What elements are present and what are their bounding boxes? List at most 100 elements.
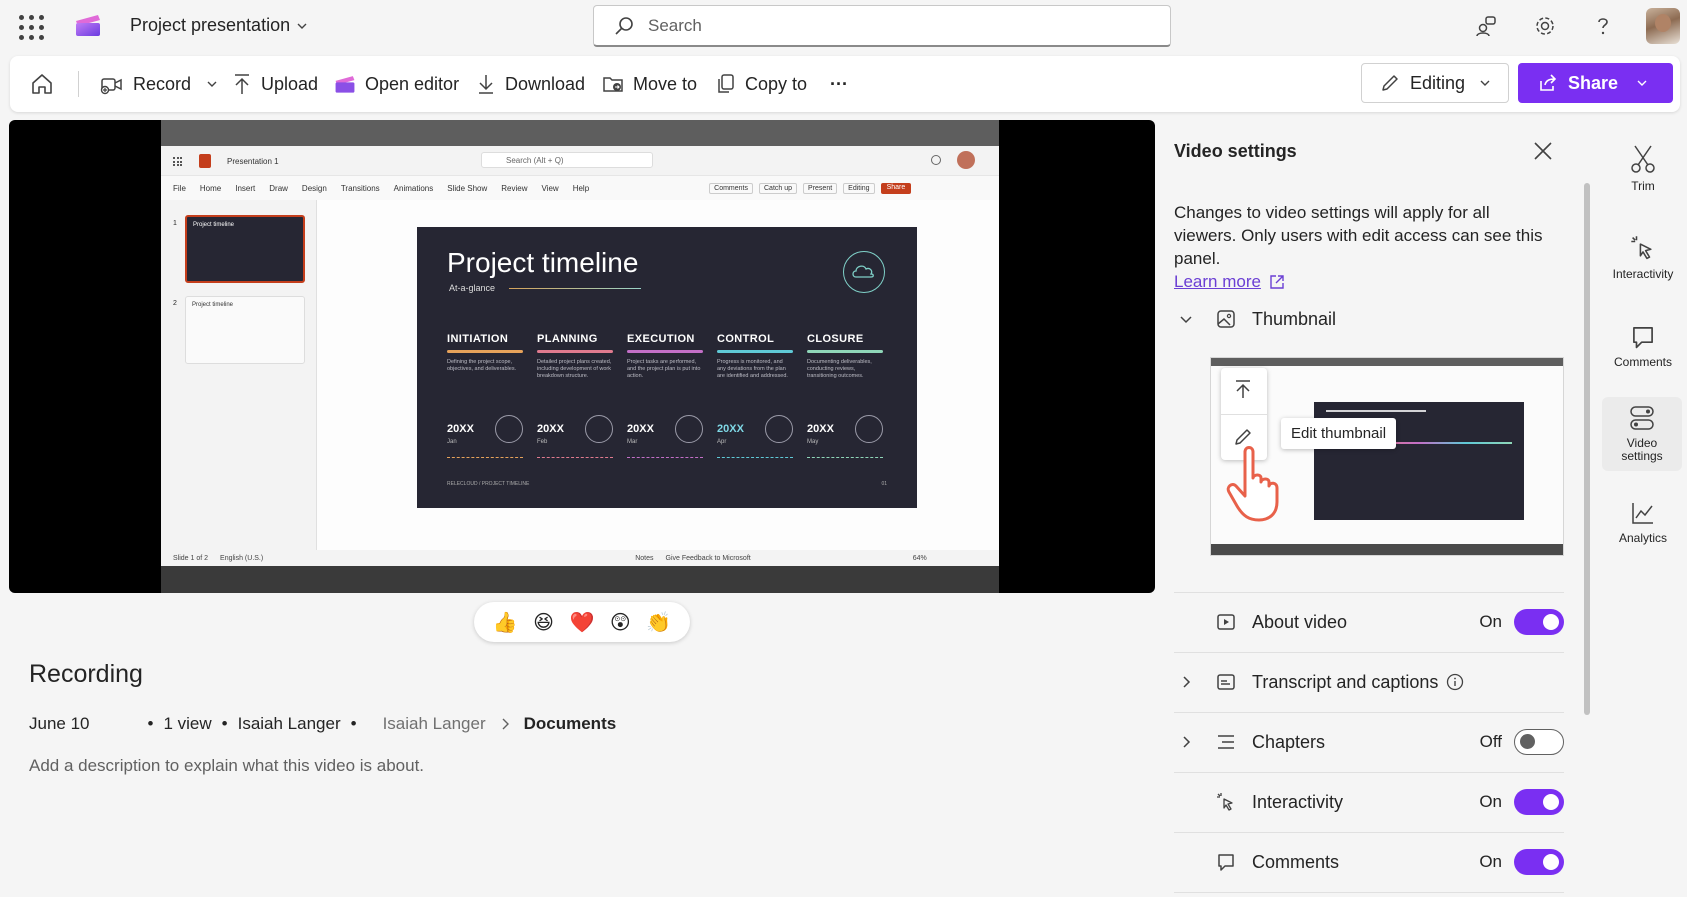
heart-reaction-icon[interactable]: ❤️	[569, 609, 595, 635]
about-video-state: On	[1479, 612, 1502, 631]
rail-interactivity[interactable]: Interactivity	[1604, 234, 1682, 281]
cloud-sync-icon	[843, 251, 885, 293]
ppt-language: English (U.S.)	[220, 554, 264, 562]
breadcrumb-folder[interactable]: Documents	[524, 714, 617, 734]
laugh-reaction-icon[interactable]: 😆	[531, 609, 557, 635]
breadcrumb-owner[interactable]: Isaiah Langer	[383, 714, 486, 734]
phase-dashed-line	[807, 457, 883, 458]
file-title[interactable]: Project presentation	[130, 15, 308, 36]
upload-thumbnail-icon[interactable]	[1232, 378, 1254, 400]
rail-analytics[interactable]: Analytics	[1604, 500, 1682, 545]
play-video-icon	[1212, 612, 1240, 632]
copy-to-label: Copy to	[745, 73, 808, 94]
ppt-search-box: Search (Alt + Q)	[481, 152, 653, 168]
ppt-comments-button: Comments	[709, 182, 753, 194]
editing-label: Editing	[1410, 72, 1466, 93]
phase-dashed-line	[537, 457, 613, 458]
phase-year: 20XX	[807, 423, 834, 435]
video-title[interactable]: Recording	[29, 660, 143, 689]
scissors-icon	[1631, 145, 1655, 173]
hand-cursor-icon	[1223, 444, 1293, 524]
comments-row: Comments On	[1174, 832, 1564, 892]
user-avatar[interactable]	[1646, 8, 1680, 44]
thumb-number: 1	[173, 220, 177, 227]
phase-icon	[495, 415, 523, 443]
thumb-number: 2	[173, 300, 177, 307]
recorded-powerpoint-window: Presentation 1 Search (Alt + Q) File Hom…	[161, 120, 999, 593]
comment-icon	[1633, 327, 1653, 349]
panel-scrollbar[interactable]	[1584, 183, 1590, 715]
thumbnail-section-header[interactable]: Thumbnail	[1174, 289, 1564, 349]
clipchamp-logo-icon	[74, 13, 102, 37]
comments-toggle[interactable]	[1514, 849, 1564, 875]
move-to-label: Move to	[633, 73, 698, 94]
info-icon[interactable]	[1446, 673, 1464, 691]
interactivity-toggle[interactable]	[1514, 789, 1564, 815]
external-link-icon	[1270, 274, 1284, 289]
search-box[interactable]: Search	[593, 5, 1171, 47]
slide-subtitle: At-a-glance	[449, 283, 496, 293]
editing-mode-button[interactable]: Editing	[1361, 63, 1509, 103]
upload-button[interactable]: Upload	[232, 56, 318, 112]
phase-icon	[585, 415, 613, 443]
settings-gear-icon[interactable]	[1531, 12, 1559, 40]
phase-month: Feb	[537, 439, 548, 445]
rail-trim[interactable]: Trim	[1604, 144, 1682, 193]
record-button[interactable]: Record	[100, 56, 218, 112]
thumbnail-bottom-bar	[1211, 544, 1563, 555]
rail-comments[interactable]: Comments	[1604, 324, 1682, 369]
phase-name: EXECUTION	[627, 333, 695, 345]
timeline-phase: PLANNING Detailed project plans created, …	[537, 333, 613, 458]
transcript-row[interactable]: Transcript and captions	[1174, 652, 1564, 712]
chapters-toggle[interactable]	[1514, 729, 1564, 755]
more-options-button[interactable]: ···	[830, 56, 848, 112]
pencil-icon	[1382, 75, 1398, 91]
video-metadata: June 10 • 1 view • Isaiah Langer • Isaia…	[29, 714, 616, 734]
slide-title: Project timeline	[447, 247, 639, 278]
rail-analytics-label: Analytics	[1618, 531, 1668, 545]
video-settings-icon	[1630, 406, 1654, 430]
video-player[interactable]: Presentation 1 Search (Alt + Q) File Hom…	[9, 120, 1155, 593]
ppt-menu-item: File	[173, 183, 186, 193]
close-icon[interactable]	[1532, 140, 1554, 162]
transcript-label: Transcript and captions	[1252, 671, 1439, 692]
phase-month: Mar	[627, 439, 638, 445]
video-description[interactable]: Add a description to explain what this v…	[29, 756, 424, 776]
thumbnail-preview[interactable]: Edit thumbnail	[1210, 357, 1564, 556]
like-reaction-icon[interactable]: 👍	[492, 609, 518, 635]
about-video-toggle[interactable]	[1514, 609, 1564, 635]
phase-description: Progress is monitored, and any deviation…	[717, 359, 788, 379]
ppt-notes: Notes	[635, 554, 654, 562]
ppt-feedback: Give Feedback to Microsoft	[665, 554, 751, 562]
phase-color-bar	[807, 350, 883, 353]
command-bar: Record Upload Open editor Download Move …	[10, 56, 1680, 112]
ppt-menu-item: Help	[572, 183, 590, 193]
download-button[interactable]: Download	[476, 56, 585, 112]
app-launcher-icon[interactable]	[16, 12, 44, 40]
share-button[interactable]: Share	[1518, 63, 1673, 103]
ppt-search-placeholder: Search (Alt + Q)	[506, 156, 564, 165]
ppt-menu-item: Home	[199, 183, 222, 193]
copy-to-button[interactable]: Copy to	[716, 56, 807, 112]
chevron-right-icon	[1174, 735, 1198, 749]
image-icon	[1212, 309, 1240, 329]
slide-thumbnail-2: Project timeline	[185, 296, 305, 364]
surprised-reaction-icon[interactable]: 😲	[607, 609, 633, 635]
clap-reaction-icon[interactable]: 👏	[646, 609, 672, 635]
open-editor-button[interactable]: Open editor	[334, 56, 459, 112]
phase-year: 20XX	[717, 423, 744, 435]
share-people-icon[interactable]	[1472, 12, 1500, 40]
separator-dot: •	[350, 714, 357, 733]
rail-video-settings[interactable]: Video settings	[1602, 397, 1682, 471]
video-author[interactable]: Isaiah Langer	[238, 714, 341, 734]
ppt-ribbon-menu: File Home Insert Draw Design Transitions…	[161, 176, 999, 200]
phase-year: 20XX	[627, 423, 654, 435]
chapters-row[interactable]: Chapters Off	[1174, 712, 1564, 772]
home-icon	[32, 74, 52, 94]
help-icon[interactable]	[1589, 12, 1617, 40]
about-video-row: About video On	[1174, 592, 1564, 652]
move-to-button[interactable]: Move to	[602, 56, 697, 112]
ppt-zoom: 64%	[912, 554, 927, 562]
home-button[interactable]	[30, 56, 54, 112]
phase-dashed-line	[717, 457, 793, 458]
